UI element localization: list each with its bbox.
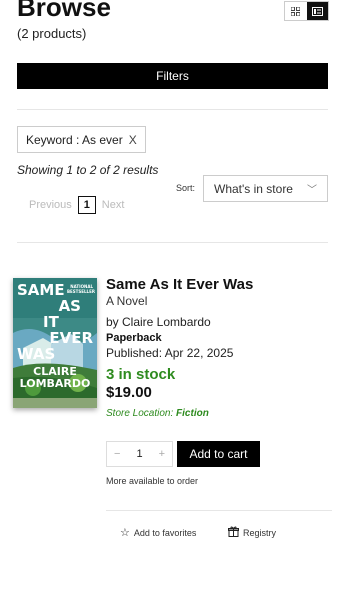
list-view-icon[interactable]: [306, 2, 328, 20]
more-available-note: More available to order: [106, 476, 199, 486]
view-toggle: [284, 1, 329, 21]
favorites-label: Add to favorites: [133, 527, 197, 538]
cover-author-line: LOMBARDO: [19, 377, 91, 390]
filters-button[interactable]: Filters: [17, 63, 328, 89]
next-page-link[interactable]: Next: [102, 199, 125, 211]
grid-view-icon[interactable]: [285, 2, 307, 20]
remove-filter-icon[interactable]: X: [129, 133, 137, 147]
store-location-label: Store Location:: [106, 408, 174, 419]
keyword-filter-chip[interactable]: Keyword : As ever X: [17, 126, 146, 153]
quantity-value[interactable]: 1: [136, 448, 142, 460]
decrement-button[interactable]: −: [114, 448, 120, 460]
sort-value: What's in store: [214, 181, 293, 196]
store-location-value: Fiction: [176, 408, 209, 419]
cover-title-line: SAME: [17, 281, 65, 299]
quantity-stepper: − 1 +: [106, 441, 173, 467]
pagination: Previous 1 Next: [29, 196, 124, 214]
current-page[interactable]: 1: [77, 196, 96, 214]
stock-status: 3 in stock: [106, 366, 176, 383]
sort-select[interactable]: What's in store ﹀: [203, 175, 328, 202]
book-cover-image[interactable]: SAME NATIONAL BESTSELLER AS IT EVER WAS …: [13, 278, 97, 408]
cover-title-line: WAS: [17, 345, 56, 363]
product-title[interactable]: Same As It Ever Was: [106, 276, 253, 293]
divider: [106, 510, 332, 511]
cover-title: SAME NATIONAL BESTSELLER AS IT EVER WAS: [17, 281, 95, 363]
cover-title-line: IT: [43, 313, 59, 331]
sort-label: Sort:: [176, 183, 196, 193]
gift-icon: [228, 526, 239, 540]
cover-title-line: EVER: [49, 329, 93, 347]
divider: [17, 242, 328, 243]
product-price: $19.00: [106, 384, 152, 401]
product-count: (2 products): [17, 26, 87, 41]
add-to-favorites-link[interactable]: ☆ Add to favorites: [120, 526, 196, 539]
cover-title-line: AS: [58, 297, 81, 315]
chip-label: Keyword : As ever: [26, 132, 123, 147]
chevron-down-icon: ﹀: [307, 185, 317, 196]
product-format: Paperback: [106, 332, 162, 344]
results-summary: Showing 1 to 2 of 2 results: [17, 163, 159, 177]
store-location: Store Location: Fiction: [106, 408, 209, 419]
product-author: by Claire Lombardo: [106, 315, 211, 329]
product-subtitle: A Novel: [106, 294, 148, 308]
registry-label: Registry: [243, 528, 277, 538]
star-icon: ☆: [120, 527, 130, 539]
product-published: Published: Apr 22, 2025: [106, 346, 234, 360]
registry-link[interactable]: Registry: [228, 526, 276, 540]
page-title: Browse: [17, 0, 111, 22]
cover-banner: NATIONAL BESTSELLER: [67, 284, 95, 294]
add-to-cart-button[interactable]: Add to cart: [177, 441, 260, 467]
cover-author: CLAIRE LOMBARDO: [13, 366, 97, 390]
divider: [17, 109, 328, 110]
increment-button[interactable]: +: [159, 448, 165, 460]
previous-page-link[interactable]: Previous: [29, 199, 72, 211]
